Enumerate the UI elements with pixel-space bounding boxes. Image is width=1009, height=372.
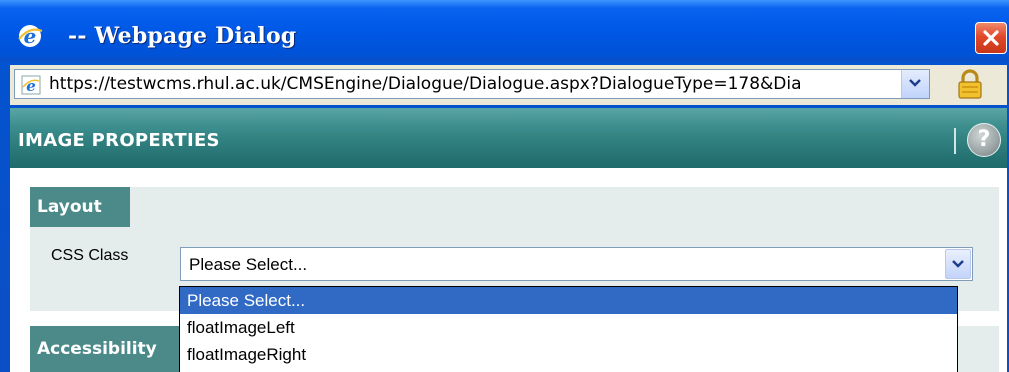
css-class-dropdown-button[interactable] <box>945 249 971 279</box>
css-class-select[interactable]: Please Select... <box>180 247 973 281</box>
dialog-header: IMAGE PROPERTIES ? <box>10 108 1007 168</box>
css-class-value: Please Select... <box>189 255 308 274</box>
css-class-options-list[interactable]: Please Select... floatImageLeft floatIma… <box>179 286 958 372</box>
chevron-down-icon <box>952 260 964 268</box>
address-bar: e https://testwcms.rhul.ac.uk/CMSEngine/… <box>10 65 1007 105</box>
option-please-select[interactable]: Please Select... <box>180 287 957 314</box>
layout-heading: Layout <box>30 187 130 227</box>
address-field[interactable]: e https://testwcms.rhul.ac.uk/CMSEngine/… <box>14 69 930 99</box>
css-class-label: CSS Class <box>51 247 129 264</box>
help-label: ? <box>977 127 991 152</box>
option-float-image-right[interactable]: floatImageRight <box>180 341 957 368</box>
dialog-title: IMAGE PROPERTIES <box>18 130 220 151</box>
chevron-down-icon <box>909 79 921 87</box>
help-icon[interactable]: ? <box>967 123 1001 157</box>
padlock-icon[interactable] <box>954 69 986 99</box>
internet-explorer-icon: e <box>16 22 44 50</box>
option-float-image-left[interactable]: floatImageLeft <box>180 314 957 341</box>
title-bar[interactable]: e -- Webpage Dialog <box>0 0 1009 62</box>
address-dropdown-button[interactable] <box>901 70 929 98</box>
close-button[interactable] <box>975 22 1007 54</box>
svg-text:e: e <box>24 24 37 48</box>
header-divider <box>954 128 956 154</box>
internet-explorer-page-icon: e <box>21 75 41 95</box>
window-title: -- Webpage Dialog <box>68 23 297 49</box>
address-url[interactable]: https://testwcms.rhul.ac.uk/CMSEngine/Di… <box>49 70 895 98</box>
close-icon <box>983 30 999 46</box>
accessibility-heading: Accessibility <box>30 326 190 372</box>
